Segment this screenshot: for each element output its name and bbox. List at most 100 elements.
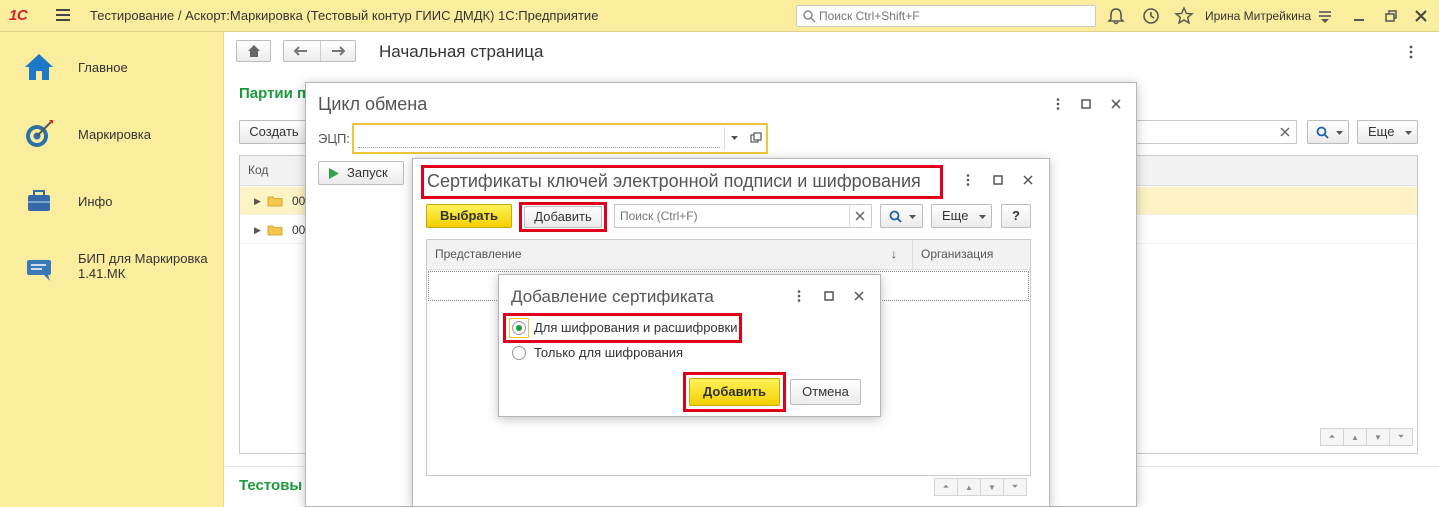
chevron-down-icon[interactable] [731,136,738,140]
column-header-org[interactable]: Организация [921,247,993,261]
minimize-icon[interactable] [1349,6,1369,26]
folder-icon [267,196,283,207]
settings-menu-icon[interactable] [1315,6,1335,26]
open-icon[interactable] [750,132,762,144]
clear-icon[interactable] [1280,127,1290,137]
sidebar-item-bip[interactable]: БИП для Маркировка 1.41.МК [0,243,224,293]
global-search-input[interactable] [819,8,1089,24]
history-icon[interactable] [1141,6,1161,26]
radio-encrypt-only[interactable] [512,346,526,360]
row-code: 00 [292,223,306,237]
scroll-top-icon[interactable]: ⏶ [934,478,958,496]
sidebar-item-main[interactable]: Главное [0,42,224,92]
page-title: Начальная страница [379,42,544,61]
target-icon [26,120,53,147]
play-icon [329,168,339,179]
run-label: Запуск [347,165,388,180]
top-bar: 1С Тестирование / Аскорт:Маркировка (Тес… [0,0,1439,32]
home-icon [248,45,260,57]
more-vertical-icon[interactable] [961,173,975,187]
select-button[interactable]: Выбрать [426,204,512,228]
create-button[interactable]: Создать [239,120,309,144]
sidebar-item-info[interactable]: Инфо [0,176,224,226]
cert-scroll-controls: ⏶ ▲ ▼ ⏷ [934,478,1027,496]
expand-icon[interactable]: ▶ [254,196,261,207]
dialog-title: Добавление сертификата [511,287,714,306]
option-encrypt-only-label[interactable]: Только для шифрования [534,345,683,360]
menu-icon[interactable] [56,9,70,23]
clear-icon[interactable] [855,211,865,221]
search-button[interactable] [1307,120,1349,144]
help-button[interactable]: ? [1001,204,1031,228]
sort-down-icon: ↓ [891,247,897,261]
add-certificate-dialog: Добавление сертификата Для шифрования и … [498,274,881,417]
cancel-button[interactable]: Отмена [790,379,861,405]
sidebar-item-label: Главное [78,60,128,75]
maximize-icon[interactable] [1079,97,1093,111]
home-icon [25,54,53,80]
user-name[interactable]: Ирина Митрейкина [1205,9,1311,23]
close-icon[interactable] [1021,173,1035,187]
run-button[interactable]: Запуск [318,161,404,185]
sidebar-item-marking[interactable]: Маркировка [0,109,224,159]
chevron-down-icon [1405,131,1412,135]
column-header-code[interactable]: Код [248,163,268,177]
expand-icon[interactable]: ▶ [254,225,261,236]
more-vertical-icon[interactable] [1051,97,1065,111]
chevron-down-icon [1336,131,1343,135]
row-code: 00 [292,194,306,208]
chevron-down-icon [979,215,986,219]
search-icon [889,210,902,223]
back-arrow-icon[interactable] [293,45,309,57]
scroll-bottom-icon[interactable]: ⏷ [1003,478,1027,496]
close-icon[interactable] [1109,97,1123,111]
scroll-down-icon[interactable]: ▼ [980,478,1004,496]
close-icon[interactable] [1411,6,1431,26]
scroll-up-icon[interactable]: ▲ [957,478,981,496]
home-button[interactable] [236,40,271,62]
cert-search-field[interactable] [614,204,872,228]
more-vertical-icon[interactable] [792,289,806,303]
scroll-top-icon[interactable]: ⏶ [1320,428,1344,446]
dialog-title: Сертификаты ключей электронной подписи и… [427,171,921,191]
app-title: Тестирование / Аскорт:Маркировка (Тестов… [90,8,599,23]
section-title-batches[interactable]: Партии п [239,85,306,102]
chevron-down-icon [909,215,916,219]
app-logo[interactable]: 1С [9,7,28,24]
close-icon[interactable] [852,289,866,303]
global-search[interactable] [796,5,1096,27]
more-label: Еще [942,208,969,223]
cert-search-button[interactable] [880,204,923,228]
more-vertical-icon[interactable] [1408,44,1414,60]
table-header: Представление ↓ Организация [427,240,1030,270]
search-icon [803,10,816,23]
more-label: Еще [1368,124,1395,139]
chat-icon [27,260,51,281]
radio-encrypt-decrypt[interactable] [512,321,526,335]
restore-icon[interactable] [1381,6,1401,26]
section-title-test[interactable]: Тестовы [239,477,302,494]
column-header-view[interactable]: Представление [435,247,522,261]
sidebar-item-label: Инфо [78,194,113,209]
ecp-field[interactable] [352,123,768,154]
more-button[interactable]: Еще [1357,120,1418,144]
nav-arrows [283,40,356,62]
cert-more-button[interactable]: Еще [931,204,992,228]
option-encrypt-decrypt-label[interactable]: Для шифрования и расшифровки [534,320,738,335]
maximize-icon[interactable] [991,173,1005,187]
scroll-bottom-icon[interactable]: ⏷ [1389,428,1413,446]
list-search-input[interactable] [1125,120,1297,144]
sidebar: Главное Маркировка Инфо БИП для Маркиров… [0,32,224,507]
add-button[interactable]: Добавить [524,206,602,228]
cert-search-input[interactable] [620,208,845,224]
scroll-down-icon[interactable]: ▼ [1366,428,1390,446]
bell-icon[interactable] [1106,6,1126,26]
maximize-icon[interactable] [822,289,836,303]
search-icon [1316,126,1329,139]
star-icon[interactable] [1174,6,1194,26]
sidebar-item-label: БИП для Маркировка 1.41.МК [78,251,208,281]
briefcase-icon [28,190,50,211]
forward-arrow-icon[interactable] [330,45,346,57]
scroll-up-icon[interactable]: ▲ [1343,428,1367,446]
confirm-add-button[interactable]: Добавить [689,378,780,406]
